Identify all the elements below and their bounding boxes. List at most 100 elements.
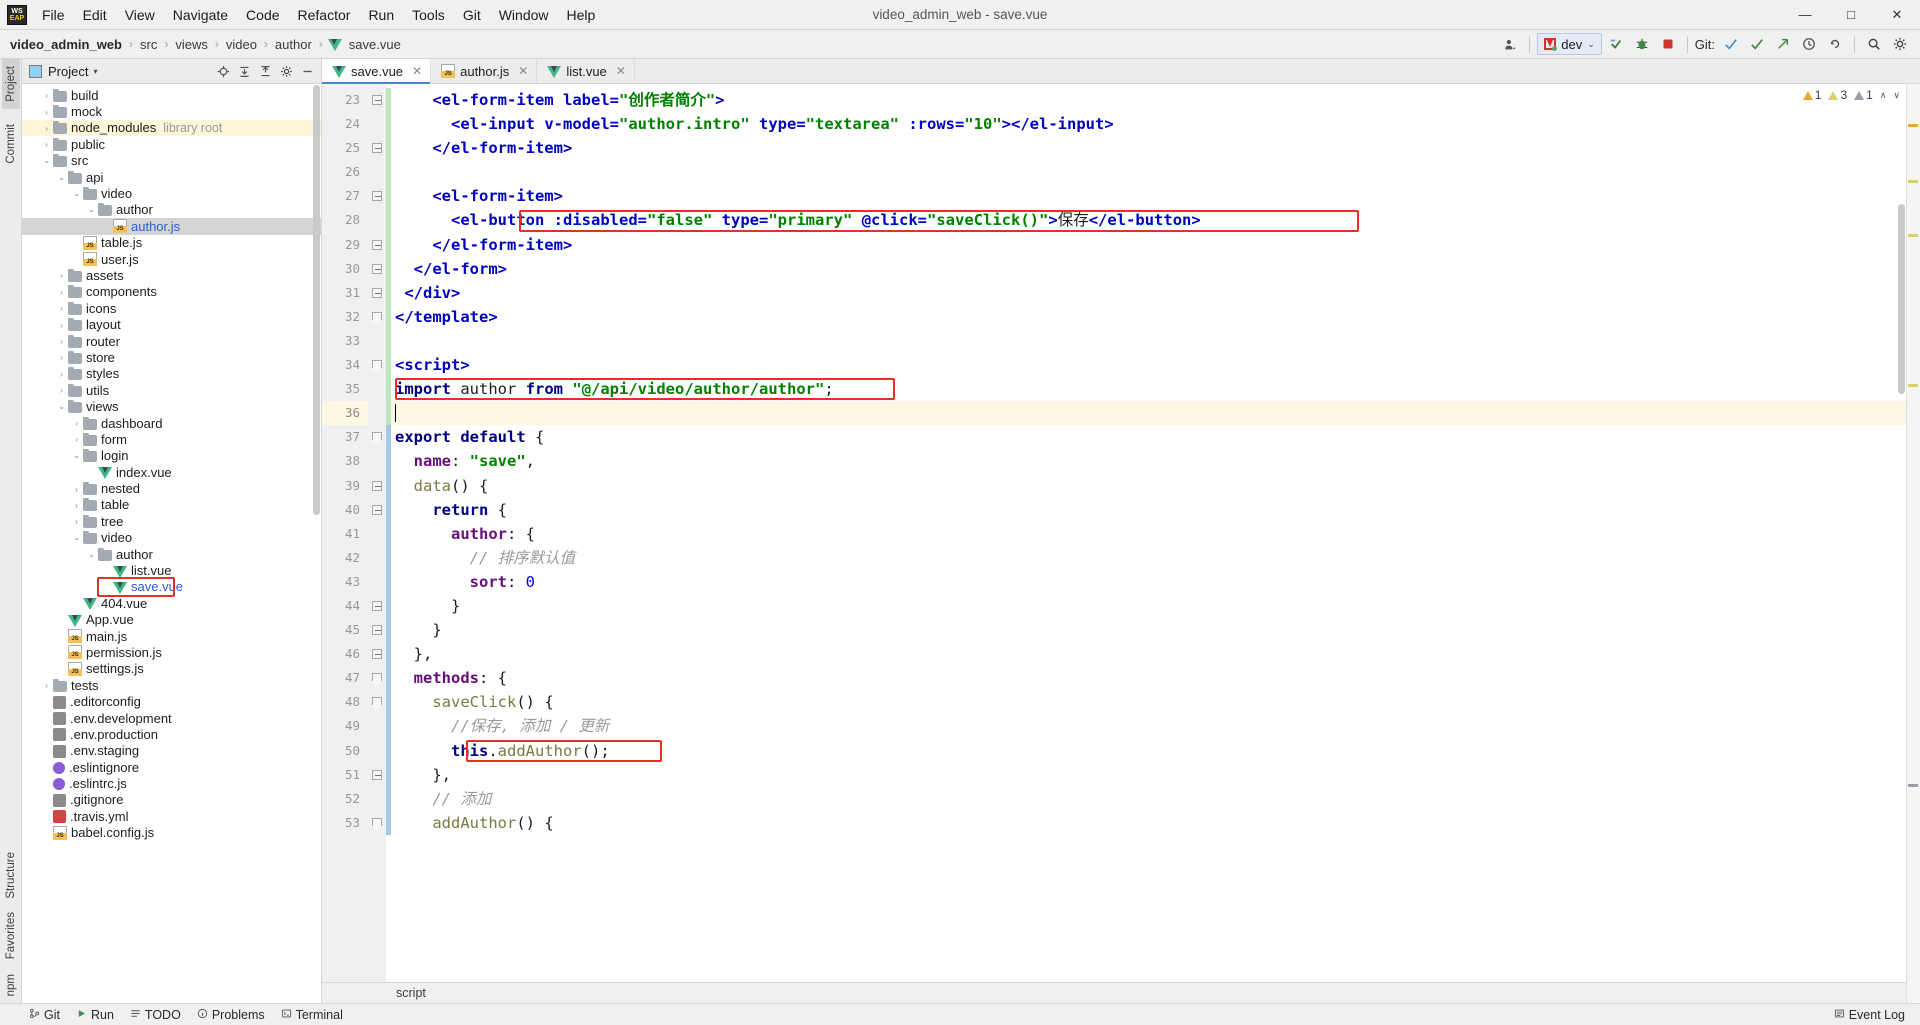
chevron-right-icon[interactable]: › — [71, 434, 82, 444]
fold-region-icon[interactable] — [372, 673, 382, 688]
code-line[interactable]: name: "save", — [391, 449, 1920, 473]
tree-item-assets[interactable]: › assets — [22, 267, 321, 283]
tree-item-icons[interactable]: › icons — [22, 300, 321, 316]
inspection-marker-bar[interactable] — [1906, 84, 1920, 1003]
fold-slot[interactable] — [368, 714, 386, 738]
status-git[interactable]: Git — [22, 1006, 67, 1024]
tree-item-user-js[interactable]: user.js — [22, 251, 321, 267]
tree-item--env-production[interactable]: .env.production — [22, 726, 321, 742]
tree-item-nested[interactable]: › nested — [22, 480, 321, 496]
chevron-down-icon[interactable]: ⌄ — [71, 188, 82, 199]
project-tree[interactable]: › build › mock › node_modules library root › pub… — [22, 84, 321, 1003]
code-line[interactable]: sort: 0 — [391, 570, 1920, 594]
chevron-right-icon[interactable]: › — [41, 107, 52, 117]
chevron-down-icon[interactable]: ⌄ — [71, 532, 82, 543]
code-line[interactable]: </el-form-item> — [391, 233, 1920, 257]
chevron-down-icon[interactable]: ⌄ — [86, 549, 97, 560]
tree-item-permission-js[interactable]: permission.js — [22, 644, 321, 660]
tree-item-app-vue[interactable]: App.vue — [22, 612, 321, 628]
weak-warning-count[interactable]: 3 — [1828, 88, 1847, 102]
code-line[interactable]: // 添加 — [391, 787, 1920, 811]
menu-item-edit[interactable]: Edit — [74, 2, 116, 28]
user-icon[interactable] — [1498, 33, 1522, 55]
fold-slot[interactable] — [368, 522, 386, 546]
typo-count[interactable]: 1 — [1854, 88, 1873, 102]
fold-region-icon[interactable] — [372, 311, 382, 326]
tree-item-table[interactable]: › table — [22, 497, 321, 513]
code-line[interactable] — [391, 401, 1920, 426]
tree-item-api[interactable]: ⌄ api — [22, 169, 321, 185]
status-todo[interactable]: TODO — [123, 1006, 188, 1024]
code-line[interactable]: <el-form-item> — [391, 184, 1920, 208]
menu-item-git[interactable]: Git — [454, 2, 490, 28]
code-line[interactable]: addAuthor() { — [391, 811, 1920, 835]
fold-slot[interactable] — [368, 570, 386, 594]
breadcrumb-item-video-admin-web[interactable]: video_admin_web — [8, 37, 124, 52]
run-configuration-selector[interactable]: dev ⌄ — [1537, 33, 1602, 55]
code-line[interactable]: <el-form-item label="创作者简介"> — [391, 88, 1920, 112]
fold-collapse-icon[interactable] — [372, 143, 382, 154]
collapse-all-icon[interactable] — [255, 61, 275, 81]
code-line[interactable]: </div> — [391, 281, 1920, 305]
chevron-right-icon[interactable]: › — [71, 500, 82, 510]
tree-item-form[interactable]: › form — [22, 431, 321, 447]
project-tree-scrollbar[interactable] — [312, 85, 321, 1003]
status-problems[interactable]: Problems — [190, 1006, 272, 1024]
minimize-button[interactable]: — — [1782, 0, 1828, 30]
rollback-icon[interactable] — [1823, 33, 1847, 55]
chevron-down-icon[interactable]: ⌄ — [56, 172, 67, 183]
tree-item-tree[interactable]: › tree — [22, 513, 321, 529]
gear-icon[interactable] — [1888, 33, 1912, 55]
prev-problem-icon[interactable]: ∧ — [1880, 90, 1887, 101]
fold-slot[interactable] — [368, 666, 386, 690]
tree-item-layout[interactable]: › layout — [22, 316, 321, 332]
fold-collapse-icon[interactable] — [372, 480, 382, 491]
breadcrumb-item-src[interactable]: src — [138, 37, 159, 52]
tree-item-author[interactable]: ⌄ author — [22, 546, 321, 562]
code-line[interactable]: <el-button :disabled="false" type="prima… — [391, 208, 1920, 232]
inspection-tick[interactable] — [1908, 784, 1918, 787]
status-terminal[interactable]: Terminal — [274, 1006, 350, 1024]
code-editor[interactable]: 23 24 25 26 27 28 29 30 31 32 33 34 35 36 37 38 39 40 41 42… — [322, 84, 1920, 982]
editor-tab-author-js[interactable]: author.js ✕ — [431, 59, 538, 83]
hide-panel-icon[interactable] — [297, 61, 317, 81]
fold-region-icon[interactable] — [372, 817, 382, 832]
close-tab-icon[interactable]: ✕ — [412, 64, 422, 78]
fold-slot[interactable] — [368, 208, 386, 232]
tree-item-tests[interactable]: › tests — [22, 677, 321, 693]
fold-slot[interactable] — [368, 811, 386, 835]
tree-item-video[interactable]: ⌄ video — [22, 185, 321, 201]
tree-item-public[interactable]: › public — [22, 136, 321, 152]
code-line[interactable]: </template> — [391, 305, 1920, 329]
fold-slot[interactable] — [368, 401, 386, 425]
fold-slot[interactable] — [368, 425, 386, 449]
menu-item-help[interactable]: Help — [558, 2, 605, 28]
tree-item-settings-js[interactable]: settings.js — [22, 661, 321, 677]
chevron-right-icon[interactable]: › — [56, 320, 67, 330]
fold-slot[interactable] — [368, 763, 386, 787]
fold-collapse-icon[interactable] — [372, 600, 382, 611]
code-line[interactable]: return { — [391, 498, 1920, 522]
fold-collapse-icon[interactable] — [372, 769, 382, 780]
breadcrumb-item-save-vue[interactable]: save.vue — [347, 37, 403, 52]
fold-slot[interactable] — [368, 281, 386, 305]
menu-item-code[interactable]: Code — [237, 2, 288, 28]
menu-item-run[interactable]: Run — [359, 2, 403, 28]
status-run[interactable]: Run — [69, 1006, 121, 1024]
chevron-right-icon[interactable]: › — [41, 680, 52, 690]
chevron-right-icon[interactable]: › — [71, 418, 82, 428]
fold-slot[interactable] — [368, 642, 386, 666]
fold-collapse-icon[interactable] — [372, 95, 382, 105]
code-line[interactable]: }, — [391, 642, 1920, 666]
code-line[interactable]: <script> — [391, 353, 1920, 377]
editor-tab-list-vue[interactable]: list.vue ✕ — [537, 59, 635, 83]
menu-item-refactor[interactable]: Refactor — [289, 2, 360, 28]
tree-item-main-js[interactable]: main.js — [22, 628, 321, 644]
tree-item-404-vue[interactable]: 404.vue — [22, 595, 321, 611]
debug-icon[interactable] — [1630, 33, 1654, 55]
inspection-tick[interactable] — [1908, 384, 1918, 387]
tree-item-list-vue[interactable]: list.vue — [22, 562, 321, 578]
rail-item-commit[interactable]: Commit — [2, 117, 20, 171]
fold-slot[interactable] — [368, 377, 386, 401]
fold-slot[interactable] — [368, 787, 386, 811]
